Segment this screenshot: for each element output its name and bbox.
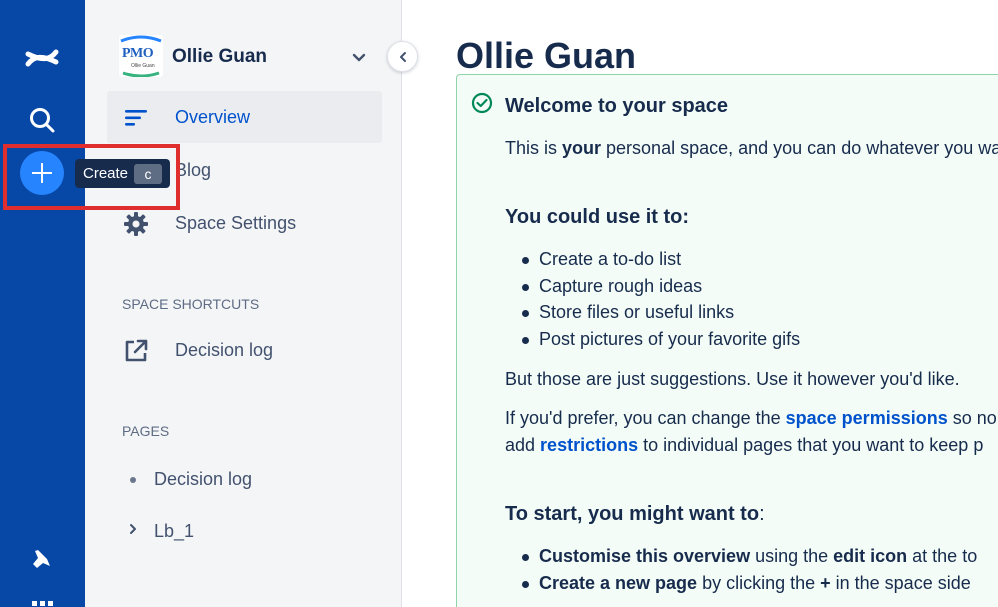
permissions-text: If you'd prefer, you can change the spac… [505, 408, 997, 428]
list-item: Store files or useful links [521, 302, 735, 322]
external-link-icon [123, 338, 149, 364]
list-item: Capture rough ideas [521, 276, 703, 296]
list-item: Create a new page by clicking the + in t… [522, 573, 971, 593]
bullet-icon [130, 477, 136, 483]
space-logo-text: PMO [122, 46, 154, 61]
gear-icon [123, 211, 149, 237]
page-label: Lb_1 [154, 521, 195, 541]
space-shortcuts-heading: SPACE SHORTCUTS [122, 296, 260, 312]
sidebar-item-space-settings[interactable]: Space Settings [107, 197, 382, 249]
restrictions-text: add restrictions to individual pages tha… [505, 435, 984, 455]
confluence-logo-icon[interactable] [22, 38, 62, 78]
chevron-right-icon[interactable] [126, 522, 140, 536]
suggestions-text: But those are just suggestions. Use it h… [505, 369, 960, 389]
list-item: Customise this overview using the edit i… [521, 546, 978, 566]
tooltip-label: Create [83, 165, 129, 182]
bell-icon[interactable] [29, 546, 55, 572]
shortcut-decision-log[interactable]: Decision log [107, 324, 382, 376]
sidebar-item-label: Blog [175, 160, 212, 180]
space-logo[interactable]: PMO Ollie Guan [119, 35, 163, 77]
sidebar-item-label: Decision log [175, 340, 274, 360]
restrictions-link[interactable]: restrictions [540, 435, 638, 455]
search-icon[interactable] [26, 104, 58, 136]
page-tree-item[interactable]: Decision log [122, 464, 372, 494]
create-tooltip: Create c [75, 159, 170, 188]
sidebar-item-label: Overview [175, 107, 251, 127]
collapse-sidebar-button[interactable] [387, 41, 418, 72]
panel-heading: Welcome to your space [505, 95, 729, 117]
sidebar-item-label: Space Settings [175, 213, 297, 233]
main-content: Ollie Guan Welcome to your space This is… [403, 0, 998, 607]
info-panel: Welcome to your space This is your perso… [456, 74, 998, 607]
chevron-down-icon[interactable] [351, 50, 367, 66]
keyboard-shortcut-badge: c [134, 164, 162, 184]
page-tree-item[interactable]: Lb_1 [122, 516, 372, 546]
overview-lines-icon [123, 105, 149, 131]
space-sidebar: PMO Ollie Guan Ollie Guan Overview Blog [85, 0, 402, 607]
sidebar-item-overview[interactable]: Overview [107, 91, 382, 143]
intro-text: This is your personal space, and you can… [505, 138, 998, 158]
global-nav-rail [0, 0, 85, 607]
chevron-left-icon [400, 52, 406, 62]
start-heading: To start, you might want to: [505, 503, 765, 525]
check-circle-icon [471, 92, 493, 114]
space-name[interactable]: Ollie Guan [172, 46, 267, 68]
page-title: Ollie Guan [456, 35, 637, 76]
create-button[interactable] [20, 151, 64, 195]
pages-heading: PAGES [122, 423, 170, 439]
apps-grid-icon[interactable] [32, 598, 54, 607]
space-permissions-link[interactable]: space permissions [786, 408, 948, 428]
list-item: Create a to-do list [521, 249, 682, 269]
space-logo-subtext: Ollie Guan [131, 63, 155, 69]
page-label: Decision log [154, 469, 253, 489]
list-item: Post pictures of your favorite gifs [521, 329, 801, 349]
use-heading: You could use it to: [505, 206, 690, 228]
